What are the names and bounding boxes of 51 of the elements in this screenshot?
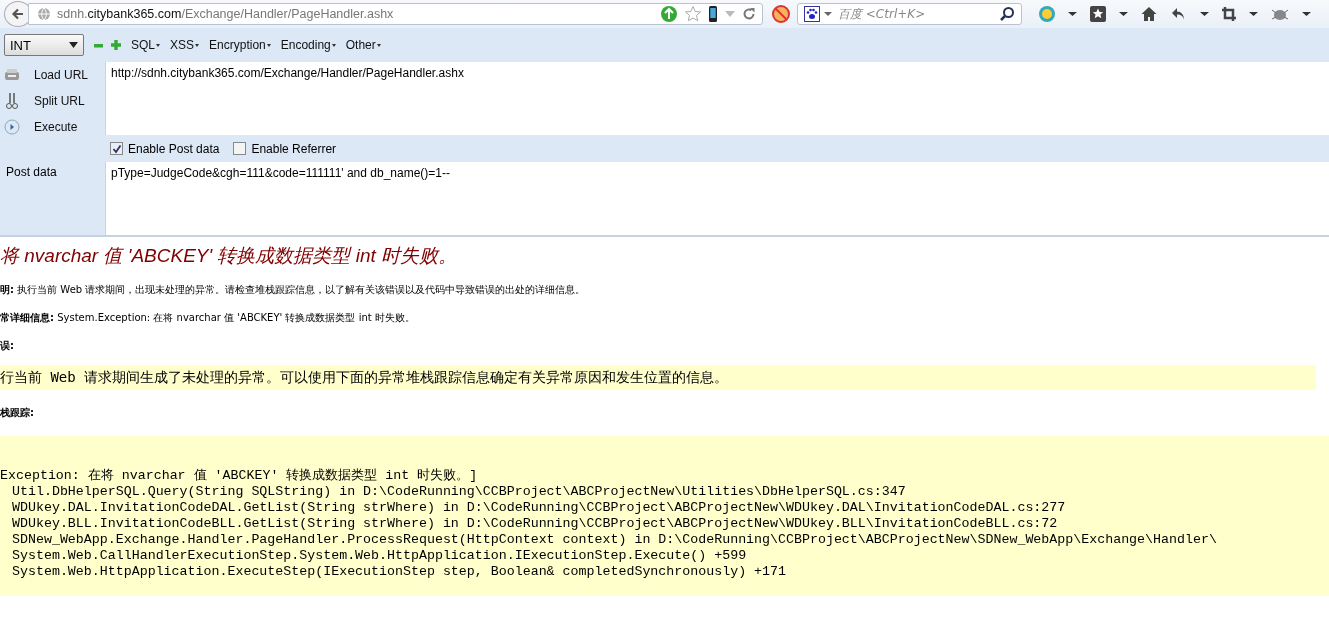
caret-icon[interactable]: [1302, 11, 1311, 17]
crop-icon[interactable]: [1221, 6, 1237, 22]
checkbox[interactable]: [110, 142, 123, 155]
caret-icon[interactable]: [1119, 11, 1128, 17]
reload-icon[interactable]: [742, 7, 756, 21]
globe-icon: [37, 7, 51, 21]
home-icon[interactable]: [1140, 5, 1158, 23]
caret-icon[interactable]: [1200, 11, 1209, 17]
action-button[interactable]: Load URL: [0, 62, 89, 88]
menu-button[interactable]: Encryption: [209, 38, 271, 52]
scissors-icon: [4, 92, 20, 110]
search-box[interactable]: 百度 <Ctrl+K>: [797, 3, 1022, 25]
menu-button[interactable]: XSS: [170, 38, 200, 52]
description-text: 明: 执行当前 Web 请求期间，出现未处理的异常。请检查堆栈跟踪信息，以了解有关该错误以及代码中导致错误的出处的详细信息。: [0, 283, 587, 297]
phone-icon[interactable]: [708, 5, 718, 23]
type-select[interactable]: INT: [4, 34, 84, 56]
paw-icon: [804, 6, 820, 22]
stack-trace-line: Exception: 在将 nvarchar 值 'ABCKEY' 转换成数据类型 int 时失败。]: [0, 468, 479, 484]
menu-button[interactable]: Other: [345, 38, 381, 52]
error-title: 将 nvarchar 值 'ABCKEY' 转换成数据类型 int 时失败。: [0, 244, 458, 268]
checkbox-label: Enable Referrer: [251, 141, 337, 156]
search-icon[interactable]: [999, 6, 1015, 22]
caret-icon: [69, 42, 78, 48]
star-icon[interactable]: [684, 5, 702, 23]
caret-icon[interactable]: [1068, 11, 1077, 17]
play-icon: [4, 119, 20, 135]
menu-button[interactable]: Encoding: [280, 38, 336, 52]
action-button[interactable]: Execute: [0, 114, 78, 140]
checkbox-label: Enable Post data: [128, 141, 220, 156]
printer-icon: [4, 68, 20, 82]
stack-trace-line: WDUkey.BLL.InvitationCodeBLL.GetList(String strWhere) in D:\CodeRunning\CCBProject\ABCProjectNew\WDUkey.BLL\InvitationCodeBLL.cs:72: [11, 516, 1059, 532]
exception-details-text: 常详细信息: System.Exception: 在将 nvarchar 值 'ABCKEY' 转换成数据类型 int 时失败。: [0, 311, 416, 325]
blocked-icon[interactable]: [771, 4, 791, 24]
source-error-label: 误:: [0, 339, 15, 353]
address-field[interactable]: sdnh.citybank365.com/Exchange/Handler/PageHandler.ashx: [28, 3, 763, 25]
action-button[interactable]: Split URL: [0, 88, 85, 114]
stack-trace-line: SDNew_WebApp.Exchange.Handler.PageHandler.ProcessRequest(HttpContext context) in D:\CodeRunning\CCBProject\ABCProjectNew\SDNew_WebApp\Exchange\Handler\: [11, 532, 1218, 548]
back-arrow-icon: [11, 7, 25, 21]
caret-icon[interactable]: [824, 11, 832, 17]
address-url: sdnh.citybank365.com/Exchange/Handler/PageHandler.ashx: [57, 7, 395, 21]
stack-trace-line: Util.DbHelperSQL.Query(String SQLString) in D:\CodeRunning\CCBProject\ABCProjectNew\Utilities\DbHelperSQL.cs:347: [11, 484, 907, 500]
post-data-label: Post data: [5, 164, 58, 179]
stack-trace-line: System.Web.CallHandlerExecutionStep.System.Web.HttpApplication.IExecutionStep.Execute() +599: [11, 548, 748, 564]
stack-trace-line: System.Web.HttpApplication.ExecuteStep(IExecutionStep step, Boolean& completedSynchronously) +171: [11, 564, 787, 580]
source-error-text: 行当前 Web 请求期间生成了未处理的异常。可以使用下面的异常堆栈跟踪信息确定有关异常原因和发生位置的信息。: [0, 368, 729, 387]
stack-trace-label: 栈跟踪:: [0, 406, 35, 420]
caret-icon[interactable]: [1249, 11, 1258, 17]
menu-button[interactable]: SQL: [131, 38, 160, 52]
stack-trace-line: WDUkey.DAL.InvitationCodeDAL.GetList(String strWhere) in D:\CodeRunning\CCBProject\ABCProjectNew\WDUkey.DAL\InvitationCodeDAL.cs:277: [11, 500, 1067, 516]
search-field[interactable]: 百度 <Ctrl+K>: [836, 6, 995, 22]
checkbox[interactable]: [233, 142, 247, 155]
